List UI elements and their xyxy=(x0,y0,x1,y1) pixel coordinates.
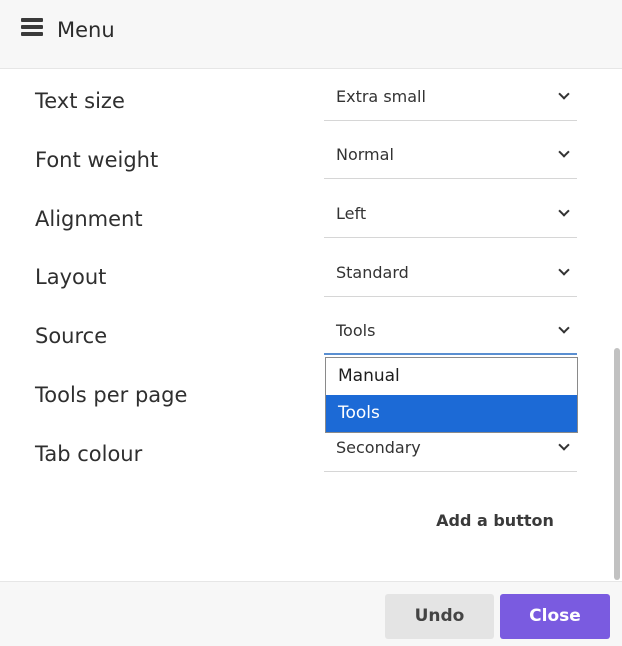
chevron-down-icon xyxy=(558,264,570,276)
setting-row-font-weight: Font weight Normal xyxy=(0,137,600,195)
chevron-down-icon xyxy=(558,205,570,217)
setting-row-layout: Layout Standard xyxy=(0,254,600,312)
font-weight-select[interactable]: Normal xyxy=(324,139,577,179)
layout-select[interactable]: Standard xyxy=(324,257,577,297)
setting-label: Tools per page xyxy=(35,383,188,407)
setting-label: Alignment xyxy=(35,207,143,231)
add-button-link[interactable]: Add a button xyxy=(420,502,570,540)
chevron-down-icon xyxy=(558,322,570,334)
setting-row-tab-colour: Tab colour Secondary xyxy=(0,431,600,489)
select-value: Tools xyxy=(336,321,376,340)
setting-label: Layout xyxy=(35,265,107,289)
close-button[interactable]: Close xyxy=(500,594,610,639)
setting-label: Text size xyxy=(35,89,125,113)
setting-label: Font weight xyxy=(35,148,159,172)
text-size-select[interactable]: Extra small xyxy=(324,81,577,121)
source-dropdown-list: Manual Tools xyxy=(325,357,578,433)
scrollbar-thumb[interactable] xyxy=(614,348,620,580)
select-value: Secondary xyxy=(336,438,421,457)
chevron-down-icon xyxy=(558,146,570,158)
setting-row-text-size: Text size Extra small xyxy=(0,78,600,136)
select-value: Extra small xyxy=(336,87,426,106)
setting-label: Tab colour xyxy=(35,442,143,466)
setting-row-alignment: Alignment Left xyxy=(0,196,600,254)
header-bar: Menu xyxy=(0,0,622,69)
header-title: Menu xyxy=(57,18,115,42)
setting-label: Source xyxy=(35,324,108,348)
footer-bar: Undo Close xyxy=(0,581,622,646)
undo-button[interactable]: Undo xyxy=(385,594,494,639)
select-value: Left xyxy=(336,204,367,223)
alignment-select[interactable]: Left xyxy=(324,198,577,238)
tab-colour-select[interactable]: Secondary xyxy=(324,432,577,472)
chevron-down-icon xyxy=(558,88,570,100)
select-value: Normal xyxy=(336,145,394,164)
hamburger-icon[interactable] xyxy=(21,18,43,36)
select-value: Standard xyxy=(336,263,409,282)
dropdown-option-manual[interactable]: Manual xyxy=(326,358,577,395)
dropdown-option-tools[interactable]: Tools xyxy=(326,395,577,432)
source-select[interactable]: Tools xyxy=(324,315,577,355)
chevron-down-icon xyxy=(558,439,570,451)
